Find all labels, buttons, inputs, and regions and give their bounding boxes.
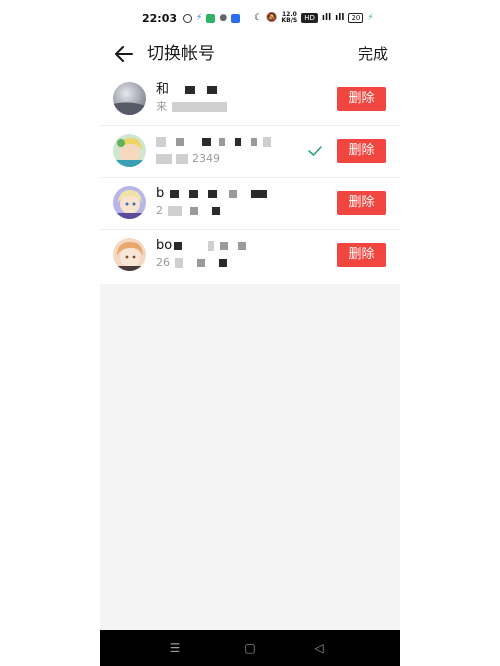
checkmark-icon <box>308 146 322 156</box>
signal-icon: ıll <box>321 12 332 23</box>
bolt-icon: ⚡ <box>196 12 203 23</box>
account-sub: 2 <box>156 203 220 219</box>
system-nav-bar: ☰ ▢ ◁ <box>100 630 400 666</box>
delete-button[interactable]: 删除 <box>337 139 386 163</box>
account-list: 和 来 删除 2349 删除 b 2 删除 bo 26 删除 <box>100 74 400 284</box>
app-blue-icon <box>231 13 241 23</box>
hd-badge: HD <box>301 13 318 23</box>
net-speed: 12.0 KB/S <box>281 11 298 24</box>
delete-button[interactable]: 删除 <box>337 87 386 111</box>
avatar <box>113 82 146 115</box>
header: 切换帐号 完成 <box>100 36 400 74</box>
account-name: b <box>156 185 268 203</box>
avatar <box>113 238 146 271</box>
signal-icon-2: ıll <box>335 12 345 23</box>
page-title: 切换帐号 <box>147 44 215 64</box>
account-sub: 2349 <box>156 151 220 167</box>
home-icon[interactable]: ▢ <box>242 640 258 656</box>
delete-button[interactable]: 删除 <box>337 191 386 215</box>
moon-icon: ☾ <box>254 12 263 23</box>
account-row[interactable]: bo 26 删除 <box>100 230 400 284</box>
status-icons: ⚡ ● ☾ 🔕 12.0 KB/S HD ıll ıll 20 ⚡ <box>183 12 374 24</box>
app-green-icon <box>206 13 216 23</box>
back-arrow-icon[interactable] <box>112 42 136 66</box>
account-sub: 来 <box>156 99 227 115</box>
menu-icon[interactable]: ☰ <box>167 640 183 656</box>
account-row[interactable]: 和 来 删除 <box>100 74 400 126</box>
phone-screen: 22:03 ⚡ ● ☾ 🔕 12.0 KB/S HD ıll ıll 20 ⚡ … <box>100 0 400 666</box>
account-row[interactable]: 2349 删除 <box>100 126 400 178</box>
status-time: 22:03 <box>142 11 178 25</box>
account-name <box>156 133 271 151</box>
account-sub: 26 <box>156 255 227 271</box>
avatar <box>113 186 146 219</box>
dot-icon: ● <box>219 12 228 23</box>
app-notification-icon <box>183 13 193 23</box>
status-bar: 22:03 ⚡ ● ☾ 🔕 12.0 KB/S HD ıll ıll 20 ⚡ <box>100 0 400 36</box>
avatar <box>113 134 146 167</box>
back-triangle-icon[interactable]: ◁ <box>311 640 327 656</box>
charging-icon: ⚡ <box>367 12 374 23</box>
done-button[interactable]: 完成 <box>358 43 388 65</box>
delete-button[interactable]: 删除 <box>337 243 386 267</box>
account-row[interactable]: b 2 删除 <box>100 178 400 230</box>
account-name: bo <box>156 237 247 255</box>
battery-icon: 20 <box>348 13 364 23</box>
mute-icon: 🔕 <box>266 12 278 23</box>
account-name: 和 <box>156 81 218 99</box>
